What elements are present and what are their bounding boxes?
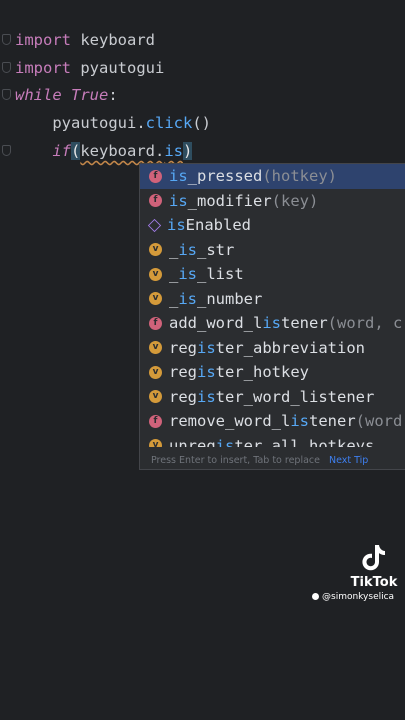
function-icon: f [149, 316, 162, 330]
completion-label: remove_word_listener [169, 412, 356, 431]
autocomplete-popup[interactable]: f is_pressed (hotkey) f is_modifier (key) isEn… [139, 163, 405, 470]
completion-label: _is_str [169, 240, 235, 259]
module-name: pyautogui [71, 59, 165, 77]
code-line-3[interactable]: while True: [15, 83, 118, 107]
completion-label: register_word_listener [169, 387, 375, 406]
variable-icon: v [149, 243, 162, 257]
completion-item[interactable]: isEnabled [140, 213, 405, 238]
tiktok-logo-icon [362, 545, 385, 571]
code-editor[interactable]: import keyboard import pyautogui while T… [0, 0, 405, 720]
keyword: while [15, 86, 62, 104]
variable-icon: v [149, 341, 162, 355]
code-line-1[interactable]: import keyboard [15, 28, 155, 52]
fold-marker-icon[interactable] [2, 34, 11, 45]
call-parens: () [192, 114, 211, 132]
object-name: pyautogui. [52, 114, 146, 132]
property-icon [147, 218, 162, 232]
function-icon: f [149, 414, 162, 428]
function-icon: f [149, 169, 162, 183]
completion-item[interactable]: f is_modifier (key) [140, 189, 405, 214]
module-name: keyboard [71, 31, 155, 49]
completion-params: (hotkey) [262, 167, 337, 186]
completion-label: register_abbreviation [169, 338, 365, 357]
tiktok-user-icon [312, 593, 319, 600]
completion-item[interactable]: f remove_word_listener (word [140, 409, 405, 434]
keyword: import [15, 59, 71, 77]
completion-item[interactable]: v _is_number [140, 287, 405, 312]
method-name: click [145, 114, 193, 132]
completion-item[interactable]: f is_pressed (hotkey) [140, 164, 405, 189]
completion-params: (word [355, 412, 403, 431]
colon: : [108, 86, 118, 104]
keyword: import [15, 31, 71, 49]
completion-params: (word, c [327, 314, 403, 333]
code-line-5[interactable]: if(keyboard.is) [15, 139, 193, 163]
fold-marker-icon[interactable] [2, 62, 11, 73]
completion-label: isEnabled [167, 216, 251, 235]
completion-item[interactable]: v register_abbreviation [140, 336, 405, 361]
typed-prefix: is [164, 142, 184, 160]
tiktok-brand: TikTok [350, 575, 398, 590]
completion-item[interactable]: v register_word_listener [140, 385, 405, 410]
literal: True [71, 86, 109, 104]
completion-label: is_modifier [169, 191, 272, 210]
variable-icon: v [149, 365, 162, 379]
typed-expression: keyboard.is [80, 142, 183, 160]
completion-item[interactable]: v _is_str [140, 238, 405, 263]
completion-label: _is_number [169, 289, 263, 308]
variable-icon: v [149, 292, 162, 306]
completion-params: (key) [271, 191, 319, 210]
open-paren: ( [71, 142, 81, 160]
tiktok-user-label: @simonkyselica [322, 592, 395, 602]
function-icon: f [149, 194, 162, 208]
next-tip-link[interactable]: Next Tip [329, 455, 368, 466]
code-line-2[interactable]: import pyautogui [15, 56, 164, 80]
completion-footer: Press Enter to insert, Tab to replace Ne… [140, 449, 405, 469]
keyword: if [52, 142, 71, 160]
completion-label: _is_list [169, 265, 244, 284]
close-paren: ) [183, 142, 193, 160]
variable-icon: v [149, 267, 162, 281]
fold-marker-icon[interactable] [2, 145, 11, 156]
object-name: keyboard. [80, 142, 165, 160]
fold-marker-icon[interactable] [2, 89, 11, 100]
completion-label: add_word_listener [169, 314, 328, 333]
completion-item[interactable]: v register_hotkey [140, 360, 405, 385]
completion-label: register_hotkey [169, 363, 309, 382]
footer-hint: Press Enter to insert, Tab to replace [151, 454, 320, 466]
tiktok-watermark: TikTok [344, 543, 404, 590]
tiktok-username: @simonkyselica [312, 592, 394, 602]
variable-icon: v [149, 390, 162, 404]
completion-item[interactable]: v _is_list [140, 262, 405, 287]
completion-label: is_pressed [169, 167, 263, 186]
code-line-4[interactable]: pyautogui.click() [15, 111, 211, 135]
completion-item[interactable]: f add_word_listener (word, c [140, 311, 405, 336]
